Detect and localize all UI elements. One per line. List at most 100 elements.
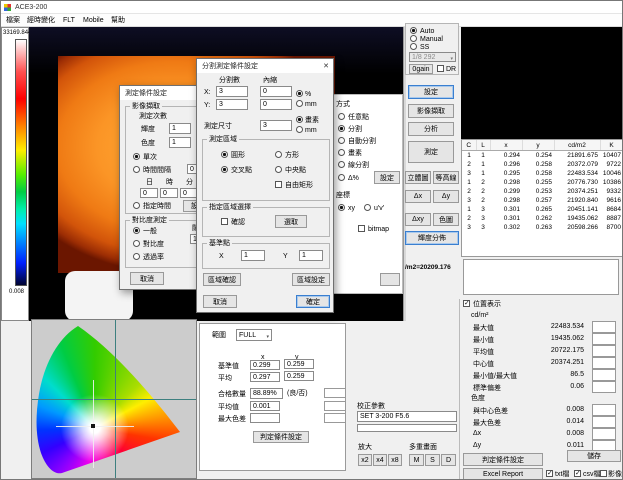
cie-diagram-panel[interactable] [31,319,197,479]
free-rect-label[interactable]: 自由矩形 [285,182,313,190]
judge-condition-button[interactable]: 判定條件設定 [463,453,543,466]
rect-radio[interactable] [275,151,282,158]
cross-label[interactable]: 交叉點 [231,167,252,175]
exposure-radio-auto[interactable] [410,27,417,34]
confirm-checkbox[interactable] [221,218,228,225]
multi-s-button[interactable]: S [425,454,440,466]
table-row[interactable]: 120.2980.25520776.73010386 [462,178,623,187]
confirm-label[interactable]: 確認 [231,219,245,227]
set-button[interactable]: 設定 [408,85,454,99]
calibration-empty-field[interactable] [357,424,457,432]
pick-button[interactable]: 選取 [275,215,307,228]
zoom-x8-button[interactable]: x8 [388,454,402,466]
center-label[interactable]: 中央點 [285,167,306,175]
method-option-linesplit[interactable]: 線分割 [348,162,369,170]
position-display-checkbox[interactable] [463,300,470,307]
method-radio-linesplit[interactable] [338,161,345,168]
dr-label[interactable]: DR [446,66,456,74]
analyze-button[interactable]: 分析 [408,122,454,136]
method-radio-deltapct[interactable] [338,174,345,181]
method-option-split[interactable]: 分割 [348,126,362,134]
save-button[interactable]: 儲存 [567,450,621,462]
ref-y-field[interactable]: 0.259 [284,359,314,369]
avg-y-field[interactable]: 0.259 [284,371,314,381]
method-option-autosplit[interactable]: 自動分割 [348,138,376,146]
area-confirm-button[interactable]: 區域確認 [203,273,241,286]
menu-help[interactable]: 幫助 [111,17,125,25]
table-row[interactable]: 130.3010.26520451.1418684 [462,205,623,214]
method-radio-split[interactable] [338,125,345,132]
circle-radio[interactable] [221,151,228,158]
table-row[interactable]: 330.3020.26320598.2668700 [462,223,623,232]
avg-x-field[interactable]: 0.297 [250,372,280,382]
preview-panel[interactable] [461,27,623,139]
split-dialog-ok-button[interactable]: 確定 [296,295,330,308]
position-display-label[interactable]: 位置表示 [473,301,501,309]
csv-file-checkbox[interactable] [574,470,581,477]
exposure-radio-ss[interactable] [410,43,417,50]
multi-m-button[interactable]: M [409,454,424,466]
txt-file-label[interactable]: txt檔 [555,471,569,479]
menu-trend[interactable]: 經時變化 [27,17,55,25]
chroma-count-field[interactable]: 1 [169,137,191,148]
inset-mm-label[interactable]: mm [305,101,317,109]
split-condition-dialog[interactable]: 分割測定條件設定 ✕ 分割數 內縮 X: 3 0 Y: 3 0 % mm 測定尺… [196,58,334,313]
general-label[interactable]: 一般 [143,228,157,236]
excel-report-button[interactable]: Excel Report [463,468,543,480]
mean-field[interactable]: 0.001 [250,401,280,411]
solid-graph-button[interactable]: 立體圖 [405,171,431,184]
capture-button[interactable]: 影像擷取 [408,104,454,118]
measure-button[interactable]: 測定 [408,141,454,163]
menu-mobile[interactable]: Mobile [83,17,104,25]
y-inset-field[interactable]: 0 [260,99,292,110]
exposure-radio-manual[interactable] [410,35,417,42]
base-y-field[interactable]: 1 [299,250,323,261]
ref-x-field[interactable]: 0.299 [250,360,280,370]
cross-radio[interactable] [221,166,228,173]
single-label[interactable]: 單次 [143,154,157,162]
rect-label[interactable]: 方形 [285,152,299,160]
gain-button[interactable]: 0gain [409,64,433,74]
coord-radio-xy[interactable] [338,204,345,211]
method-set-button[interactable]: 設定 [374,171,400,184]
y-div-field[interactable]: 3 [216,99,248,110]
circle-label[interactable]: 圓形 [231,152,245,160]
size-pixel-label[interactable]: 畫素 [305,117,319,125]
transmittance-radio[interactable] [133,253,140,260]
multi-d-button[interactable]: D [441,454,456,466]
method-radio-autosplit[interactable] [338,137,345,144]
table-row[interactable]: 230.3010.26219435.0628887 [462,214,623,223]
image-file-checkbox[interactable] [600,470,607,477]
coord-uv-label[interactable]: u'v' [374,205,384,213]
coord-xy-label[interactable]: xy [348,205,355,213]
dr-checkbox[interactable] [437,65,444,72]
method-radio-any[interactable] [338,113,345,120]
contour-button[interactable]: 等高線 [433,171,459,184]
pass-count-field[interactable]: 88.89% [250,388,283,399]
table-row[interactable]: 210.2960.25820372.0799722 [462,160,623,169]
delta-y-button[interactable]: Δy [433,190,459,203]
shutter-select[interactable]: 1/8 292 ▾ [409,52,456,62]
bitmap-label[interactable]: bitmap [368,226,389,234]
method-radio-pixel[interactable] [338,149,345,156]
table-row[interactable]: 320.2980.25721920.8409616 [462,196,623,205]
method-option-any[interactable]: 任意點 [348,114,369,122]
zoom-x2-button[interactable]: x2 [358,454,372,466]
base-x-field[interactable]: 1 [241,250,265,261]
size-mm-radio[interactable] [296,126,303,133]
col-header-l[interactable]: L [476,140,490,151]
coord-radio-uv[interactable] [364,204,371,211]
day-field[interactable]: 0 [140,188,158,198]
free-rect-checkbox[interactable] [275,181,282,188]
hour-field[interactable]: 0 [160,188,178,198]
lum-count-field[interactable]: 1 [169,123,191,134]
method-small-button[interactable] [380,273,400,286]
size-field[interactable]: 3 [260,120,292,131]
col-header-x[interactable]: x [490,140,522,151]
calibration-value-field[interactable]: SET 3-200 F5.6 [357,411,457,422]
split-dialog-cancel-button[interactable]: 取消 [203,295,237,308]
transmittance-label[interactable]: 透過率 [143,254,164,262]
single-radio[interactable] [133,153,140,160]
maxdiff-field[interactable] [250,413,280,423]
specified-time-radio[interactable] [133,202,140,209]
